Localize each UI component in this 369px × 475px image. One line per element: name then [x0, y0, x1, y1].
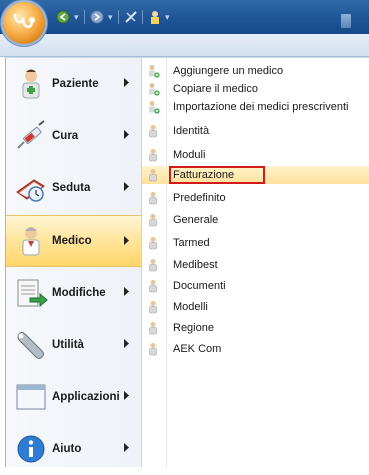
menu-item-paziente[interactable]: Paziente [6, 58, 141, 110]
doctor-icon [149, 169, 157, 182]
submenu-item-generale[interactable]: Generale [142, 211, 369, 229]
export-document-icon [17, 279, 48, 308]
submenu-item-label: Generale [173, 214, 219, 226]
doctor-icon[interactable] [148, 10, 162, 24]
medico-submenu: Aggiungere un medico Copiare il medico I… [142, 58, 369, 467]
doctor-add-icon [149, 65, 160, 78]
submenu-item-importazione-medici[interactable]: Importazione dei medici prescriventi [142, 98, 369, 116]
calendar-clock-icon [16, 179, 45, 202]
menu-categories: Paziente Cura Seduta Medico Modifiche Ut… [6, 58, 142, 467]
dropdown-arrow-icon[interactable]: ▾ [74, 12, 79, 26]
menu-item-label: Medico [52, 235, 92, 247]
submenu-item-label: Importazione dei medici prescriventi [173, 101, 349, 113]
menu-item-label: Seduta [52, 182, 91, 194]
doctor-add-icon [149, 83, 160, 96]
submenu-item-label: Documenti [173, 280, 226, 292]
title-bar: ▾ ▾ ▾ [0, 0, 369, 44]
menu-item-utilita[interactable]: Utilità [6, 319, 141, 371]
submenu-item-aek-com[interactable]: AEK Com [142, 340, 369, 358]
menu-item-label: Applicazioni [52, 391, 120, 403]
doctor-icon [22, 227, 40, 256]
toolbar-separator [142, 10, 143, 24]
ribbon-bar [0, 34, 369, 57]
submenu-item-label: Tarmed [173, 237, 210, 249]
doctor-icon [149, 259, 157, 272]
submenu-item-regione[interactable]: Regione [142, 319, 369, 337]
menu-item-label: Utilità [52, 339, 84, 351]
application-menu-button[interactable] [3, 2, 45, 44]
submenu-item-label: AEK Com [173, 343, 222, 355]
submenu-arrow-icon [124, 130, 129, 139]
menu-item-medico[interactable]: Medico [6, 215, 141, 267]
toolbar-separator [118, 10, 119, 24]
submenu-item-medibest[interactable]: Medibest [142, 256, 369, 274]
customize-toolbar-icon[interactable]: ▾ [165, 12, 170, 26]
submenu-item-label: Predefinito [173, 192, 226, 204]
doctor-icon [149, 237, 157, 250]
submenu-item-moduli[interactable]: Moduli [142, 146, 369, 164]
info-icon [17, 435, 45, 463]
submenu-item-predefinito[interactable]: Predefinito [142, 189, 369, 207]
submenu-arrow-icon [124, 236, 129, 245]
submenu-item-label: Identità [173, 125, 210, 137]
submenu-arrow-icon [124, 443, 129, 452]
back-arrow-icon[interactable] [56, 10, 70, 24]
submenu-item-fatturazione[interactable]: Fatturazione [142, 166, 369, 184]
submenu-item-label: Medibest [173, 259, 218, 271]
toolbar-separator [84, 10, 85, 24]
doctor-icon [149, 280, 157, 293]
menu-item-label: Modifiche [52, 287, 106, 299]
menu-item-aiuto[interactable]: Aiuto [6, 423, 141, 475]
doctor-icon [149, 192, 157, 205]
edit-tools-icon[interactable] [124, 10, 138, 24]
submenu-arrow-icon [124, 287, 129, 296]
submenu-arrow-icon [124, 182, 129, 191]
doctor-icon [149, 322, 157, 335]
menu-item-label: Cura [52, 130, 79, 142]
syringe-icon [17, 120, 45, 149]
menu-item-applicazioni[interactable]: Applicazioni [6, 371, 141, 423]
window-icon [16, 384, 46, 410]
forward-arrow-icon[interactable] [90, 10, 104, 24]
submenu-item-label: Modelli [173, 301, 208, 313]
submenu-arrow-icon [124, 339, 129, 348]
menu-item-label: Aiuto [52, 443, 82, 455]
stethoscope-icon [13, 13, 35, 29]
submenu-item-aggiungere-medico[interactable]: Aggiungere un medico [142, 62, 369, 80]
submenu-item-label: Fatturazione [173, 169, 235, 181]
submenu-item-documenti[interactable]: Documenti [142, 277, 369, 295]
window-control-icon[interactable] [341, 14, 351, 28]
submenu-arrow-icon [124, 78, 129, 87]
submenu-item-label: Aggiungere un medico [173, 65, 284, 77]
patient-icon [22, 69, 40, 99]
submenu-item-tarmed[interactable]: Tarmed [142, 234, 369, 252]
doctor-add-icon [149, 101, 160, 114]
application-menu: Paziente Cura Seduta Medico Modifiche Ut… [5, 57, 369, 467]
submenu-item-label: Moduli [173, 149, 206, 161]
wrench-icon [17, 331, 44, 359]
submenu-item-label: Regione [173, 322, 214, 334]
submenu-item-modelli[interactable]: Modelli [142, 298, 369, 316]
submenu-arrow-icon [124, 391, 129, 400]
doctor-icon [149, 301, 157, 314]
doctor-icon [149, 125, 157, 138]
submenu-item-label: Copiare il medico [173, 83, 258, 95]
submenu-item-identita[interactable]: Identità [142, 122, 369, 140]
doctor-icon [149, 149, 157, 162]
doctor-icon [149, 214, 157, 227]
dropdown-arrow-icon[interactable]: ▾ [108, 12, 113, 26]
submenu-item-copiare-medico[interactable]: Copiare il medico [142, 80, 369, 98]
menu-item-label: Paziente [52, 78, 99, 90]
menu-item-modifiche[interactable]: Modifiche [6, 267, 141, 319]
menu-item-seduta[interactable]: Seduta [6, 162, 141, 214]
doctor-icon [149, 343, 157, 356]
menu-item-cura[interactable]: Cura [6, 110, 141, 162]
